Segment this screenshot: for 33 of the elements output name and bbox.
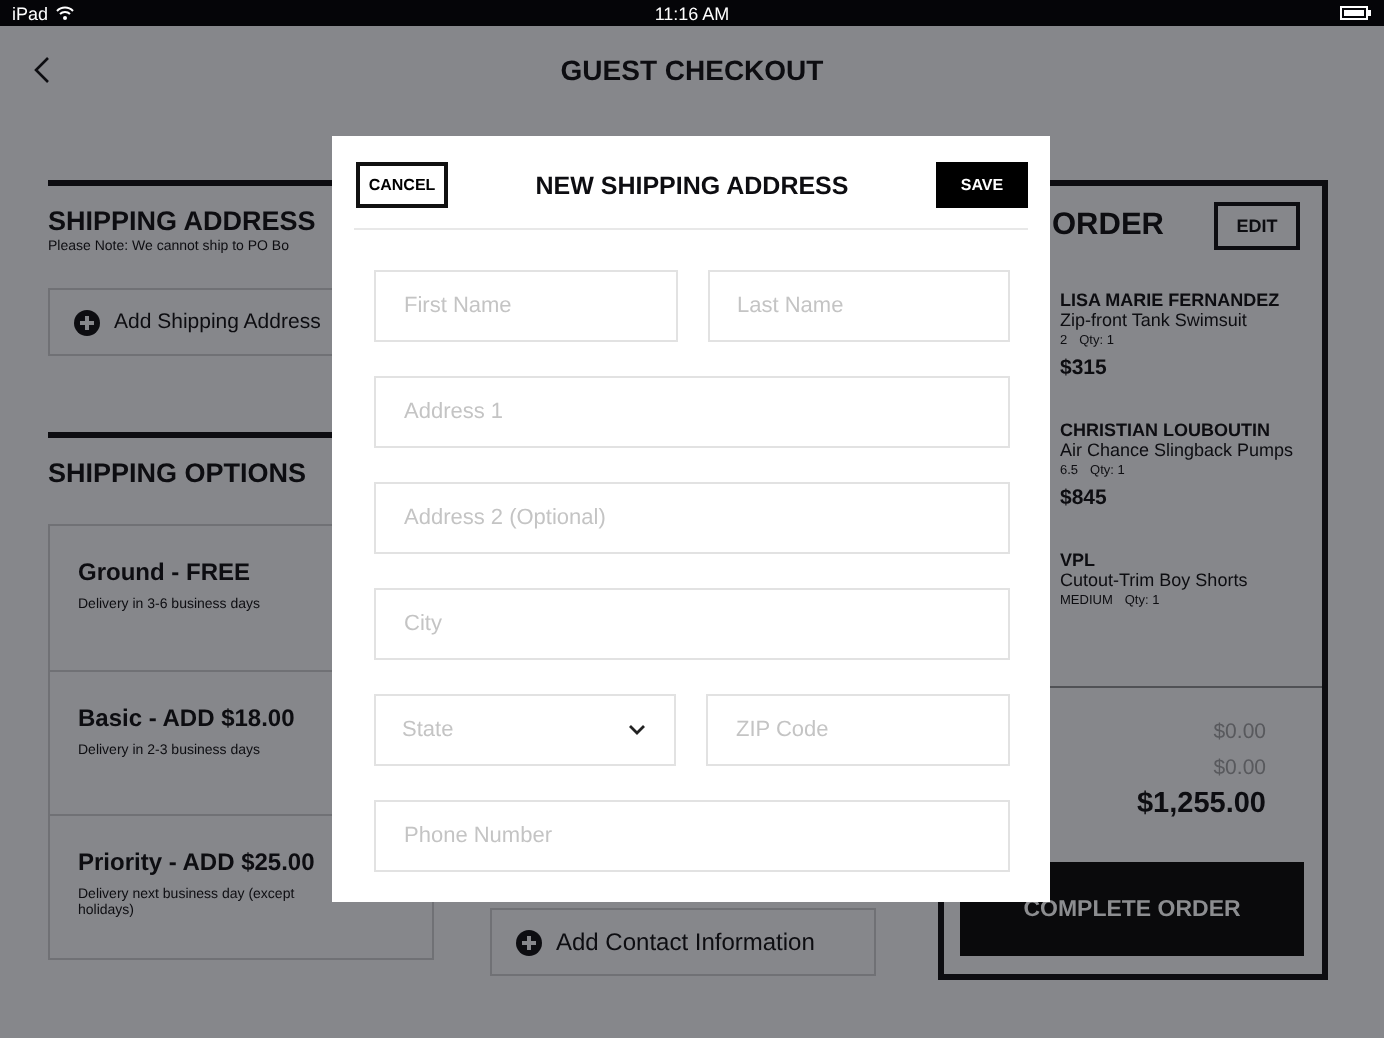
total-amount: $1,255.00 <box>1136 788 1266 820</box>
edit-button[interactable]: EDIT <box>1214 202 1300 250</box>
section-title: SHIPPING OPTIONS <box>48 458 309 488</box>
status-time: 11:16 AM <box>654 3 730 23</box>
add-contact-button[interactable]: Add Contact Information <box>490 908 876 976</box>
battery-icon <box>1340 6 1372 20</box>
input-field[interactable]: ZIP Code <box>706 694 1010 766</box>
section-title: SHIPPING ADDRESS <box>48 206 318 236</box>
item-name: Cutout-Trim Boy Shorts <box>1060 570 1250 590</box>
item-name: Air Chance Slingback Pumps <box>1060 440 1296 460</box>
cancel-button[interactable]: CANCEL <box>356 162 448 208</box>
input-field[interactable]: Address 2 (Optional) <box>374 482 1010 554</box>
plus-circle-icon <box>74 309 100 335</box>
save-button[interactable]: SAVE <box>935 162 1028 208</box>
back-icon[interactable] <box>34 56 50 84</box>
page-title: GUEST CHECKOUT <box>560 54 824 86</box>
input-field[interactable]: Address 1 <box>374 376 1010 448</box>
input-field[interactable]: Phone Number <box>374 800 1010 872</box>
item-name: Zip-front Tank Swimsuit <box>1060 310 1249 330</box>
order-title: ORDER <box>1052 208 1164 244</box>
dialog-title: NEW SHIPPING ADDRESS <box>535 171 849 199</box>
item-brand: LISA MARIE FERNANDEZ <box>1060 290 1282 310</box>
input-field[interactable]: First Name <box>374 270 677 342</box>
item-price: $315 <box>1060 356 1109 380</box>
input-field[interactable]: Last Name <box>707 270 1010 342</box>
plus-circle-icon <box>516 929 542 955</box>
item-brand: CHRISTIAN LOUBOUTIN <box>1060 420 1272 440</box>
wifi-icon <box>56 6 75 20</box>
chevron-down-icon <box>628 724 646 736</box>
item-price: $845 <box>1060 486 1109 510</box>
input-field[interactable]: City <box>374 588 1010 660</box>
device-name: iPad <box>12 3 49 23</box>
item-brand: VPL <box>1060 550 1098 570</box>
